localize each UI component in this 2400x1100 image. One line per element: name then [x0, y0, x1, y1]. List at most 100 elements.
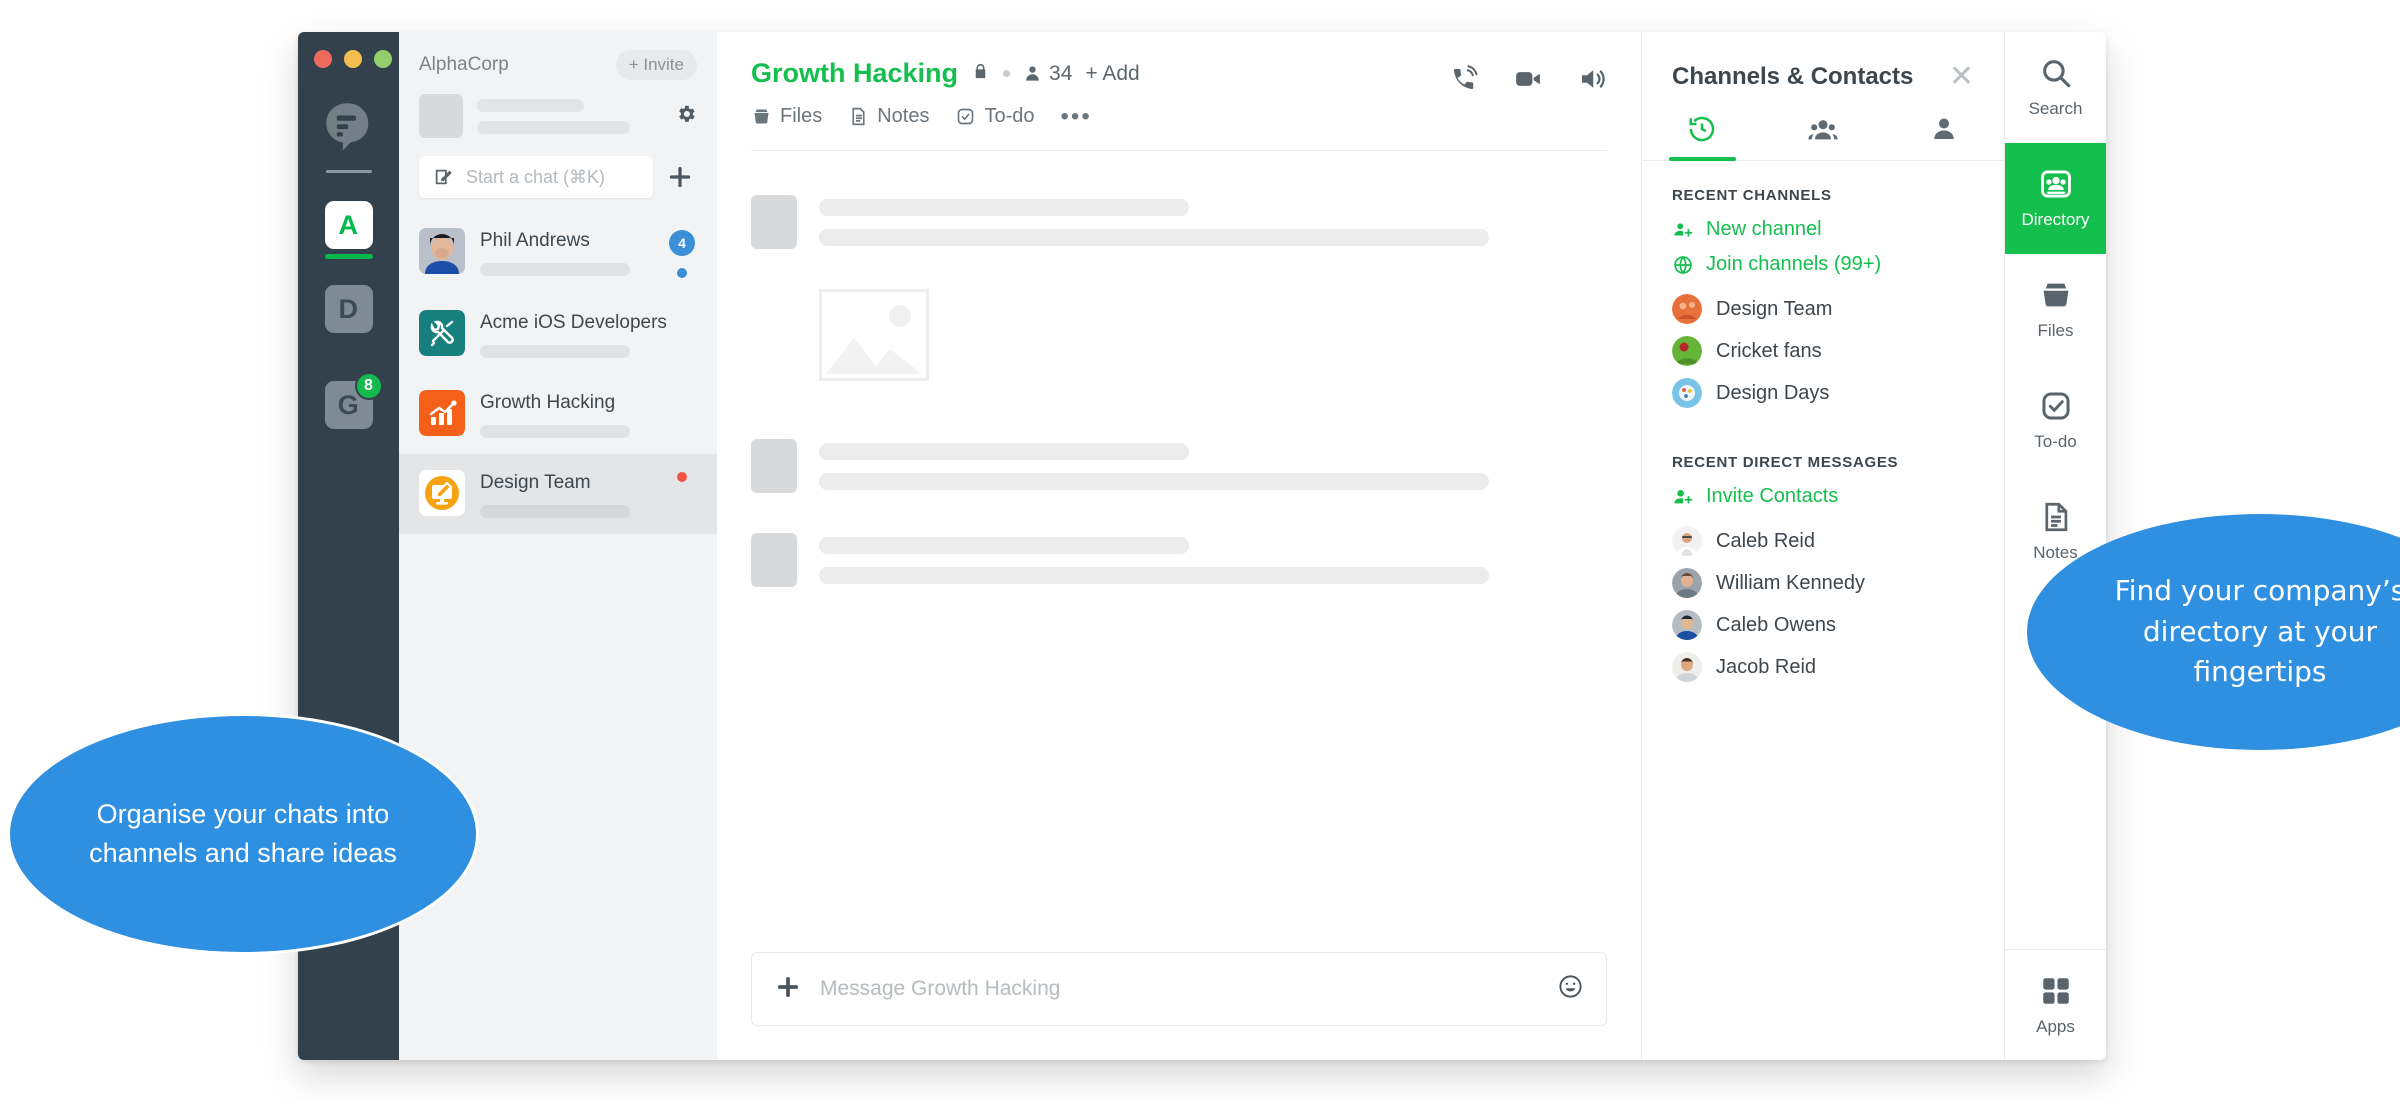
chat-item-body: Phil Andrews: [480, 228, 650, 276]
contact-row[interactable]: Caleb Reid: [1672, 526, 1974, 556]
search-input[interactable]: Start a chat (⌘K): [419, 156, 653, 198]
team-item-d[interactable]: D: [324, 285, 373, 333]
tool-label: Notes: [2033, 543, 2078, 562]
tool-files[interactable]: Files: [2005, 254, 2106, 365]
window-close-button[interactable]: [314, 50, 332, 68]
chat-sidebar: AlphaCorp + Invite Start a chat (⌘K) Phi…: [399, 32, 717, 1060]
conversation-pane: Growth Hacking 34 + Add Files Notes To-d…: [717, 32, 1641, 1060]
channel-row[interactable]: Design Team: [1672, 294, 1974, 324]
channel-name: Design Days: [1716, 381, 1830, 404]
smiley-icon: [1559, 975, 1582, 998]
chat-item-body: Acme iOS Developers: [480, 310, 667, 358]
avatar: [1672, 568, 1702, 598]
tab-todo[interactable]: To-do: [955, 105, 1035, 128]
group-people-icon: [1808, 120, 1838, 140]
tool-label: To-do: [2034, 432, 2077, 451]
chat-list-item[interactable]: Phil Andrews 4: [399, 212, 717, 294]
team-avatar: D: [324, 285, 373, 333]
message-input[interactable]: Message Growth Hacking: [751, 952, 1607, 1026]
image-placeholder: [819, 289, 929, 381]
video-call-button[interactable]: [1513, 64, 1543, 99]
tool-label: Files: [2037, 321, 2074, 340]
broadcast-button[interactable]: [1577, 64, 1607, 99]
team-letter: D: [338, 293, 359, 324]
invite-contacts-label: Invite Contacts: [1706, 485, 1839, 507]
invite-button[interactable]: + Invite: [615, 50, 697, 80]
tool-search[interactable]: Search: [2005, 32, 2106, 143]
contact-row[interactable]: Caleb Owens: [1672, 610, 1974, 640]
join-channels-button[interactable]: Join channels (99+): [1672, 253, 1974, 276]
new-chat-button[interactable]: [663, 160, 697, 194]
chat-list-item[interactable]: Acme iOS Developers: [399, 294, 717, 374]
channel-name: Design Team: [1716, 297, 1833, 320]
invite-contacts-button[interactable]: Invite Contacts: [1672, 485, 1974, 508]
overflow-menu-button[interactable]: •••: [1061, 104, 1092, 128]
rail-divider: [325, 170, 372, 173]
chat-name: Design Team: [480, 472, 591, 493]
message-lines: [819, 533, 1607, 587]
close-icon[interactable]: ✕: [1949, 62, 1974, 92]
window-zoom-button[interactable]: [374, 50, 392, 68]
chat-list-item[interactable]: Growth Hacking: [399, 374, 717, 454]
section-label: RECENT DIRECT MESSAGES: [1672, 454, 1899, 471]
directory-header: Channels & Contacts ✕: [1642, 32, 2004, 92]
files-tray-icon: [2043, 283, 2068, 307]
skeleton-line: [819, 537, 1190, 554]
composer-area: Message Growth Hacking: [717, 952, 1641, 1060]
emoji-button[interactable]: [1557, 973, 1584, 1005]
recent-channels-section: RECENT CHANNELS New channel Join channel…: [1642, 161, 2004, 420]
message-lines: [819, 439, 1607, 493]
gear-icon[interactable]: [675, 103, 697, 130]
tab-files[interactable]: Files: [751, 105, 822, 128]
avatar: [419, 94, 463, 138]
chat-item-body: Design Team: [480, 470, 650, 518]
new-channel-button[interactable]: New channel: [1672, 218, 1974, 241]
tab-recent[interactable]: [1642, 114, 1763, 161]
status-dot: [677, 268, 687, 278]
directory-tabs: [1642, 114, 2004, 161]
unread-badge: 4: [669, 230, 695, 256]
add-members-button[interactable]: + Add: [1085, 62, 1139, 86]
tab-notes[interactable]: Notes: [848, 105, 929, 128]
callout-left-text: Organise your chats into channels and sh…: [89, 798, 397, 868]
tab-channels[interactable]: [1763, 114, 1884, 160]
chat-name: Growth Hacking: [480, 392, 616, 413]
add-group-icon: [1674, 222, 1693, 236]
tool-label: Directory: [2021, 210, 2090, 229]
channel-row[interactable]: Cricket fans: [1672, 336, 1974, 366]
tool-label: Search: [2028, 99, 2083, 118]
channel-row[interactable]: Design Days: [1672, 378, 1974, 408]
team-letter: A: [338, 209, 359, 240]
team-unread-badge: 8: [354, 372, 383, 400]
tab-label: Notes: [877, 105, 930, 127]
skeleton-line: [477, 120, 630, 134]
tool-apps[interactable]: Apps: [2005, 949, 2106, 1060]
new-channel-label: New channel: [1706, 218, 1822, 240]
separator-dot: [1003, 70, 1011, 77]
conversation-actions: [1449, 64, 1607, 99]
team-item-g[interactable]: G 8: [324, 372, 383, 429]
avatar: [1672, 610, 1702, 640]
status-dot: [677, 472, 687, 482]
avatar: [1672, 294, 1702, 324]
skeleton-line: [819, 567, 1489, 584]
callout-left: Organise your chats into channels and sh…: [10, 716, 476, 952]
team-item-a[interactable]: A: [324, 201, 373, 259]
chat-list-item[interactable]: Design Team: [399, 454, 717, 534]
message-skeleton: [751, 195, 1607, 249]
team-avatar: A: [324, 201, 373, 249]
page-title: Growth Hacking: [751, 58, 959, 88]
tab-contacts[interactable]: [1883, 114, 2004, 160]
contact-row[interactable]: William Kennedy: [1672, 568, 1974, 598]
voice-call-button[interactable]: [1449, 64, 1479, 99]
sidebar-search-row: Start a chat (⌘K): [399, 138, 717, 212]
tool-directory[interactable]: Directory: [2005, 143, 2106, 254]
contact-row[interactable]: Jacob Reid: [1672, 652, 1974, 682]
tool-rail: Search Directory Files To-do Notes Apps: [2004, 32, 2106, 1060]
attach-button[interactable]: [774, 973, 802, 1006]
add-person-icon: [1674, 489, 1693, 503]
avatar: [751, 439, 797, 493]
window-minimize-button[interactable]: [344, 50, 362, 68]
flock-logo-icon: [325, 103, 368, 151]
tool-todo[interactable]: To-do: [2005, 365, 2106, 476]
